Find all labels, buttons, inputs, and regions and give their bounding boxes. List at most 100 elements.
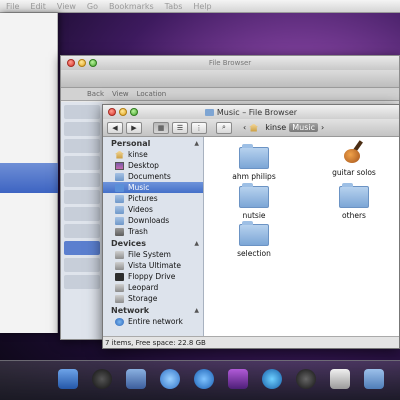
sidebar-item-floppy-drive[interactable]: Floppy Drive [103,271,203,282]
back-button[interactable]: ◀ [107,121,123,134]
column-view-button[interactable]: ⋮ [191,121,207,134]
sidebar: Personal ▲ kinse Desktop Documents Music… [103,137,204,336]
sidebar-item-pictures[interactable]: Pictures [103,193,203,204]
music-file-browser-window[interactable]: Music – File Browser ◀ ▶ ▦ ☰ ⋮ ⌕ ‹ kinse… [102,104,400,349]
folder-icon [239,144,269,169]
section-label: Network [111,305,150,315]
menu-bar: File Edit View Go Bookmarks Tabs Help [0,0,400,13]
menu-tabs[interactable]: Tabs [165,2,183,11]
guitar-body [344,149,360,163]
status-text: 7 items, Free space: 22.8 GB [105,338,206,347]
forward-button[interactable]: ▶ [126,121,142,134]
background-location-label[interactable]: Location [137,90,167,98]
sidebar-item-label: Downloads [128,216,170,225]
sidebar-item-videos[interactable]: Videos [103,204,203,215]
app-icon[interactable] [228,369,248,389]
app-icon[interactable] [160,369,180,389]
background-sidebar-row [64,224,100,238]
sidebar-item-home[interactable]: kinse [103,149,203,160]
app-icon[interactable] [92,369,112,389]
network-icon [115,317,124,326]
toolbar: ◀ ▶ ▦ ☰ ⋮ ⌕ ‹ kinse Music › [103,119,399,137]
collapse-icon[interactable]: ▲ [194,240,199,247]
file-item-ahm-philips[interactable]: ahm philips [219,144,289,181]
drive-icon [115,261,124,270]
sidebar-item-label: Desktop [128,161,159,170]
app-icon[interactable] [296,369,316,389]
sidebar-item-desktop[interactable]: Desktop [103,160,203,171]
grid-icon: ▦ [157,123,165,132]
file-label: guitar solos [332,168,376,177]
menu-file[interactable]: File [6,2,19,11]
file-item-nutsie[interactable]: nutsie [219,183,289,220]
breadcrumb-left-arrow-icon[interactable]: ‹ [243,123,246,132]
sidebar-item-file-system[interactable]: File System [103,249,203,260]
finder-icon[interactable] [58,369,78,389]
background-sidebar-row [64,139,100,153]
sidebar-item-music[interactable]: Music [103,182,203,193]
content-area: Personal ▲ kinse Desktop Documents Music… [103,137,399,336]
breadcrumb-home[interactable]: kinse [265,123,286,132]
sidebar-item-storage[interactable]: Storage [103,293,203,304]
background-sidebar-row [64,122,100,136]
menu-edit[interactable]: Edit [30,2,46,11]
background-sidebar-row [64,207,100,221]
background-view-label[interactable]: View [112,90,129,98]
breadcrumb: ‹ kinse Music › [243,123,324,132]
app-icon[interactable] [262,369,282,389]
app-icon[interactable] [330,369,350,389]
file-item-others[interactable]: others [319,183,389,220]
background-location-bar: Back View Location [61,88,399,101]
background-toolbar [61,70,399,88]
drive-icon [115,294,124,303]
breadcrumb-right-arrow-icon[interactable]: › [321,123,324,132]
sidebar-item-documents[interactable]: Documents [103,171,203,182]
sidebar-item-vista-ultimate[interactable]: Vista Ultimate [103,260,203,271]
sidebar-item-leopard[interactable]: Leopard [103,282,203,293]
folder-icon [204,108,214,116]
background-titlebar: File Browser [61,56,399,70]
file-icon-view: ahm philips guitar solos nutsie others s… [204,137,399,336]
status-bar: 7 items, Free space: 22.8 GB [103,336,399,348]
section-label: Devices [111,238,146,248]
sidebar-item-label: File System [128,250,171,259]
folder-icon [115,172,124,181]
window-title: Music – File Browser [103,108,399,117]
sidebar-item-trash[interactable]: Trash [103,226,203,237]
menu-view[interactable]: View [57,2,76,11]
search-icon: ⌕ [222,123,226,131]
folder-icon [239,183,269,208]
drive-icon [115,250,124,259]
home-icon [249,123,259,132]
file-label: ahm philips [232,172,276,181]
breadcrumb-current[interactable]: Music [289,123,318,132]
sidebar-item-label: Pictures [128,194,158,203]
menu-help[interactable]: Help [193,2,211,11]
sidebar-item-downloads[interactable]: Downloads [103,215,203,226]
collapse-icon[interactable]: ▲ [194,307,199,314]
folder-icon [239,221,269,246]
background-sidebar-row [64,105,100,119]
menu-bookmarks[interactable]: Bookmarks [109,2,154,11]
sidebar-item-label: Trash [128,227,148,236]
sidebar-section-network: Network ▲ [103,304,203,316]
search-button[interactable]: ⌕ [216,121,232,134]
app-icon[interactable] [126,369,146,389]
background-back-label[interactable]: Back [87,90,104,98]
menu-go[interactable]: Go [87,2,98,11]
collapse-icon[interactable]: ▲ [194,140,199,147]
app-icon[interactable] [194,369,214,389]
file-item-selection[interactable]: selection [219,221,289,258]
background-sidebar [61,102,103,339]
icon-view-button[interactable]: ▦ [153,121,169,134]
list-view-button[interactable]: ☰ [172,121,188,134]
folder-icon[interactable] [364,369,384,389]
forward-arrow-icon: ▶ [131,123,137,132]
floppy-icon [115,272,124,281]
guitar-icon [339,139,369,165]
folder-icon [115,194,124,203]
columns-icon: ⋮ [195,123,203,132]
sidebar-item-entire-network[interactable]: Entire network [103,316,203,327]
file-item-guitar-solos[interactable]: guitar solos [319,140,389,177]
sidebar-item-label: Storage [128,294,158,303]
